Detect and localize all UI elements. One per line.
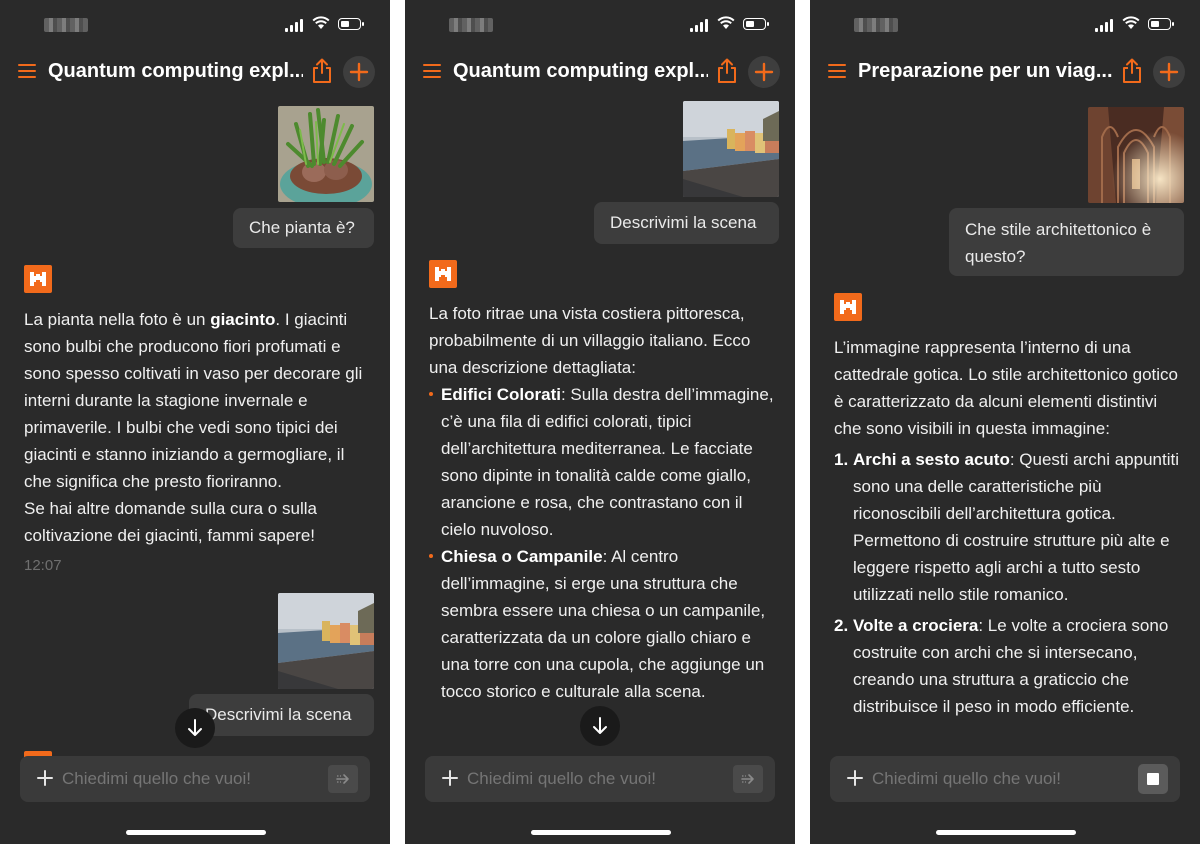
phone-screen-plant-chat: Quantum computing expl... Che pianta è? (0, 0, 390, 844)
send-button[interactable] (733, 765, 763, 793)
message-input[interactable] (872, 769, 1122, 789)
bullet-dot (429, 392, 433, 396)
message-input[interactable] (62, 769, 312, 789)
status-bar (0, 14, 390, 38)
scroll-to-bottom-button[interactable] (580, 706, 620, 746)
list-item-text: : Al centro dell’immagine, si erge una s… (441, 547, 766, 701)
message-composer (830, 756, 1180, 802)
numbered-list-item: 1. Archi a sesto acuto: Questi archi app… (834, 446, 1179, 608)
attached-image-cathedral[interactable] (1088, 107, 1184, 203)
list-item: Edifici Colorati: Sulla destra dell’imma… (429, 381, 774, 543)
user-message-bubble: Descrivimi la scena (189, 694, 374, 736)
new-chat-button[interactable] (1153, 56, 1185, 88)
send-arrow-icon (336, 774, 349, 784)
list-item-number: 1. (834, 450, 849, 469)
menu-icon[interactable] (18, 64, 38, 80)
wifi-icon (312, 16, 330, 29)
attached-image-coast[interactable] (278, 593, 374, 689)
send-button[interactable] (328, 765, 358, 793)
home-indicator (126, 830, 266, 835)
assistant-logo-icon (24, 265, 52, 293)
arrow-down-icon (593, 717, 607, 734)
new-chat-button[interactable] (748, 56, 780, 88)
list-item-text: : Questi archi appuntiti sono una delle … (853, 450, 1179, 604)
wifi-icon (1122, 16, 1140, 29)
share-icon[interactable] (715, 58, 739, 84)
user-message-text: Che stile architettonico è questo? (965, 220, 1152, 266)
chat-title: Preparazione per un viag... (858, 60, 1113, 82)
status-bar (810, 14, 1200, 38)
message-composer (20, 756, 370, 802)
user-message-bubble: Che pianta è? (233, 208, 374, 248)
message-bold-term: giacinto (210, 310, 276, 329)
numbered-list-item: 2. Volte a crociera: Le volte a crociera… (834, 612, 1179, 720)
send-arrow-icon (741, 774, 754, 784)
status-time-blurred (449, 18, 493, 32)
home-indicator (531, 830, 671, 835)
status-time-blurred (854, 18, 898, 32)
add-attachment-icon[interactable] (441, 769, 459, 787)
share-icon[interactable] (1120, 58, 1144, 84)
stop-generation-button[interactable] (1138, 764, 1168, 794)
attached-image-coast[interactable] (683, 101, 779, 197)
assistant-message-paragraph: La pianta nella foto è un giacinto. I gi… (24, 306, 369, 495)
plus-icon (754, 62, 774, 82)
new-chat-button[interactable] (343, 56, 375, 88)
attached-image-hyacinth[interactable] (278, 106, 374, 202)
chat-header: Quantum computing expl... (0, 52, 390, 92)
message-input[interactable] (467, 769, 717, 789)
list-item-term: Archi a sesto acuto (853, 450, 1010, 469)
user-message-bubble: Descrivimi la scena (594, 202, 779, 244)
menu-icon[interactable] (423, 64, 443, 80)
assistant-message-followup: Se hai altre domande sulla cura o sulla … (24, 499, 317, 545)
bullet-dot (429, 554, 433, 558)
list-item-term: Chiesa o Campanile (441, 547, 603, 566)
chat-title: Quantum computing expl... (453, 60, 708, 82)
list-item-term: Edifici Colorati (441, 385, 561, 404)
assistant-message: La foto ritrae una vista costiera pittor… (429, 300, 774, 705)
menu-icon[interactable] (828, 64, 848, 80)
stop-icon (1147, 773, 1159, 785)
phone-screen-cathedral-chat: Preparazione per un viag... Che stile ar… (810, 0, 1200, 844)
battery-icon (743, 18, 769, 30)
add-attachment-icon[interactable] (36, 769, 54, 787)
wifi-icon (717, 16, 735, 29)
battery-icon (1148, 18, 1174, 30)
list-item-number: 2. (834, 616, 849, 635)
list-item-term: Volte a crociera (853, 616, 979, 635)
assistant-message: La pianta nella foto è un giacinto. I gi… (24, 306, 369, 549)
message-text: . I giacinti sono bulbi che producono fi… (24, 310, 363, 491)
status-time-blurred (44, 18, 88, 32)
assistant-intro: La foto ritrae una vista costiera pittor… (429, 304, 751, 377)
assistant-logo-icon (834, 293, 862, 321)
assistant-logo-icon (429, 260, 457, 288)
plus-icon (1159, 62, 1179, 82)
message-timestamp: 12:07 (24, 557, 62, 574)
arrow-down-icon (188, 719, 202, 736)
chat-header: Preparazione per un viag... (810, 52, 1200, 92)
battery-icon (338, 18, 364, 30)
chat-title: Quantum computing expl... (48, 60, 303, 82)
user-message-text: Descrivimi la scena (610, 213, 757, 232)
scroll-to-bottom-button[interactable] (175, 708, 215, 748)
message-composer (425, 756, 775, 802)
share-icon[interactable] (310, 58, 334, 84)
user-message-bubble: Che stile architettonico è questo? (949, 208, 1184, 276)
list-item-text: : Sulla destra dell’immagine, c’è una fi… (441, 385, 774, 539)
user-message-text: Descrivimi la scena (205, 705, 352, 724)
phone-screen-coast-chat: Quantum computing expl... Descrivimi la … (405, 0, 795, 844)
user-message-text: Che pianta è? (249, 218, 355, 237)
assistant-message: L’immagine rappresenta l’interno di una … (834, 334, 1179, 720)
add-attachment-icon[interactable] (846, 769, 864, 787)
status-bar (405, 14, 795, 38)
assistant-intro: L’immagine rappresenta l’interno di una … (834, 338, 1178, 438)
chat-header: Quantum computing expl... (405, 52, 795, 92)
message-text: La pianta nella foto è un (24, 310, 211, 329)
plus-icon (349, 62, 369, 82)
list-item: Chiesa o Campanile: Al centro dell’immag… (429, 543, 774, 705)
home-indicator (936, 830, 1076, 835)
